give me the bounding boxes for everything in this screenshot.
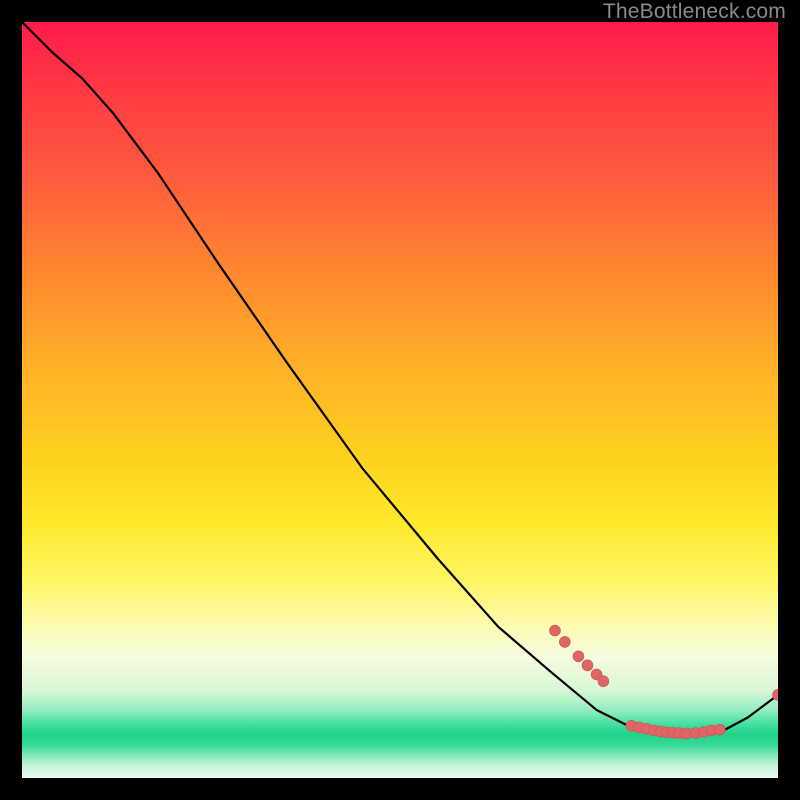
data-point xyxy=(550,625,561,636)
chart-svg xyxy=(22,22,778,778)
bottleneck-curve xyxy=(22,22,778,736)
data-point xyxy=(582,660,593,671)
watermark-text: TheBottleneck.com xyxy=(603,0,786,24)
data-point xyxy=(714,724,725,735)
data-point xyxy=(573,651,584,662)
data-points-group xyxy=(550,625,778,739)
data-point xyxy=(598,676,609,687)
chart-area xyxy=(22,22,778,778)
data-point xyxy=(559,637,570,648)
